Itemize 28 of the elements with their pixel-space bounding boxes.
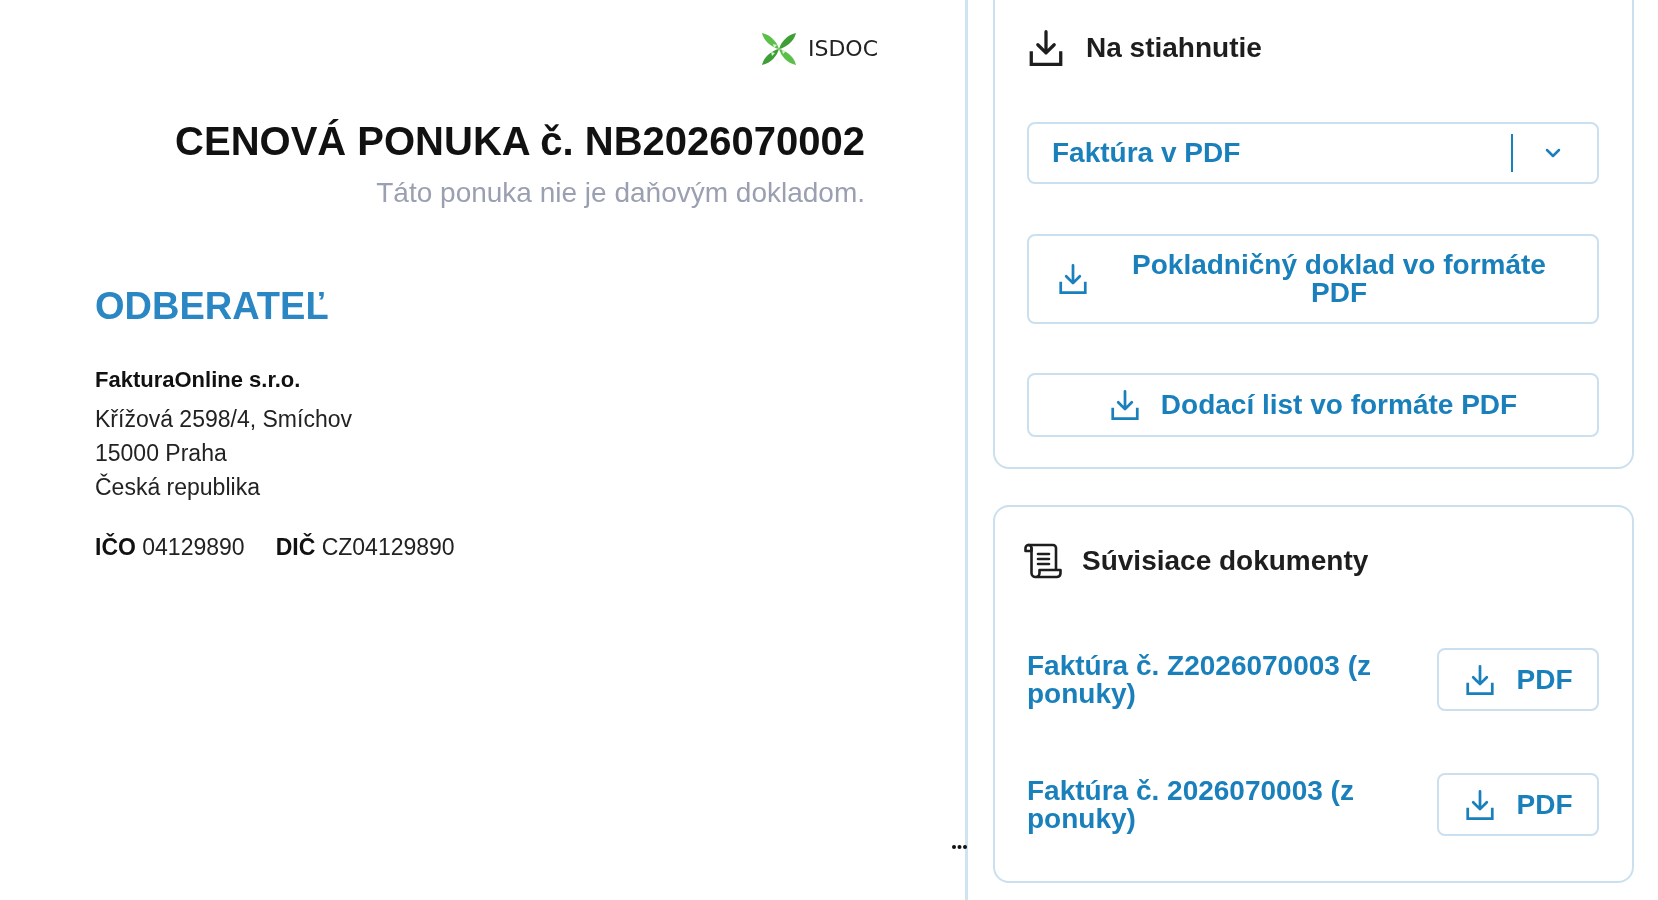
- address-line: Česká republika: [95, 472, 261, 502]
- download-icon: [1463, 789, 1496, 820]
- document-subtitle: Táto ponuka nie je daňovým dokladom.: [375, 176, 865, 210]
- ellipsis-icon: [952, 845, 967, 849]
- document-link[interactable]: Faktúra č. Z2026070003 (z ponuky): [1027, 651, 1406, 708]
- pdf-download-button[interactable]: PDF: [1437, 773, 1599, 836]
- panel-heading: Na stiahnutie: [1086, 31, 1262, 65]
- chevron-down-icon: [1545, 148, 1561, 158]
- download-button[interactable]: Dodací list vo formáte PDF: [1027, 373, 1599, 437]
- download-icon: [1463, 664, 1496, 695]
- scroll-icon: [1023, 543, 1063, 579]
- logo-text: ISDOC: [807, 35, 878, 63]
- customer-heading: ODBERATEĽ: [95, 284, 330, 329]
- document-title: CENOVÁ PONUKA č. NB2026070002: [174, 118, 865, 165]
- pdf-download-button[interactable]: PDF: [1437, 648, 1599, 711]
- company-id: DIČ CZ04129890: [275, 532, 455, 562]
- company-name: FakturaOnline s.r.o.: [95, 366, 302, 394]
- download-icon: [1027, 30, 1065, 66]
- panel-heading: Súvisiace dokumenty: [1082, 544, 1369, 578]
- format-select[interactable]: Faktúra v PDF: [1027, 122, 1599, 184]
- download-icon: [1057, 264, 1089, 294]
- logo-icon: [760, 32, 797, 66]
- address-line: 15000 Praha: [95, 439, 228, 468]
- address-line: Křížová 2598/4, Smíchov: [95, 405, 353, 434]
- download-icon: [1108, 390, 1141, 420]
- download-button[interactable]: Pokladničný doklad vo formáte PDF: [1027, 234, 1599, 324]
- company-id: IČO 04129890: [95, 532, 245, 562]
- document-link[interactable]: Faktúra č. 2026070003 (z ponuky): [1027, 776, 1406, 833]
